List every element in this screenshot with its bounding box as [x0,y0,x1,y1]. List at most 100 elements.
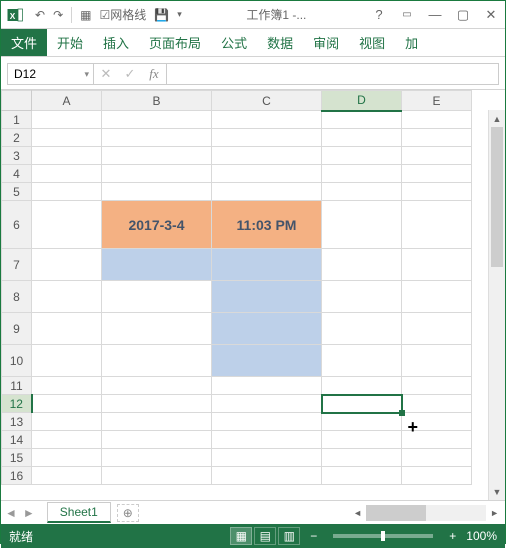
qat-save-icon[interactable]: 💾 [154,8,169,22]
column-header[interactable]: C [212,91,322,111]
row-header[interactable]: 8 [2,281,32,313]
cell[interactable] [322,201,402,249]
cell[interactable] [102,467,212,485]
view-page-break-icon[interactable]: ▥ [278,527,300,545]
cell[interactable] [402,249,472,281]
cell[interactable] [212,183,322,201]
cell[interactable] [322,313,402,345]
column-header[interactable]: B [102,91,212,111]
cell[interactable] [212,129,322,147]
view-page-layout-icon[interactable]: ▤ [254,527,276,545]
row-header[interactable]: 15 [2,449,32,467]
tab-formulas[interactable]: 公式 [211,29,257,56]
maximize-button[interactable]: ▢ [449,1,477,29]
row-header[interactable]: 10 [2,345,32,377]
cell[interactable] [32,147,102,165]
cell[interactable] [212,249,322,281]
spreadsheet-grid[interactable]: ABCDE1234562017-3-411:03 PM7891011121314… [1,90,472,485]
qat-gridlines-toggle[interactable]: ☑ 网格线 [99,6,146,23]
cell[interactable] [212,449,322,467]
cell[interactable] [402,431,472,449]
cell[interactable] [322,395,402,413]
cell[interactable] [102,313,212,345]
cell[interactable] [212,431,322,449]
row-header[interactable]: 4 [2,165,32,183]
cell[interactable] [402,345,472,377]
name-box-dropdown-icon[interactable]: ▾ [84,69,89,80]
cell[interactable] [212,413,322,431]
qat-undo-icon[interactable]: ↶ [35,8,45,22]
cell[interactable] [212,281,322,313]
cell[interactable] [322,449,402,467]
hscroll-left-icon[interactable]: ◄ [353,508,362,518]
tab-view[interactable]: 视图 [349,29,395,56]
name-box[interactable]: D12 ▾ [8,64,94,84]
cell[interactable] [32,249,102,281]
sheet-nav-next-icon[interactable]: ► [23,506,35,520]
cell[interactable] [32,201,102,249]
cell[interactable] [212,395,322,413]
cell[interactable] [102,111,212,129]
cell[interactable]: 11:03 PM [212,201,322,249]
scroll-down-icon[interactable]: ▼ [489,483,505,500]
cell[interactable] [32,377,102,395]
row-header[interactable]: 13 [2,413,32,431]
qat-borders-icon[interactable]: ▦ [80,8,91,22]
zoom-in-icon[interactable]: + [449,529,456,543]
cell[interactable]: 2017-3-4 [102,201,212,249]
cell[interactable] [322,147,402,165]
cell[interactable] [102,449,212,467]
cell[interactable] [102,413,212,431]
cell[interactable] [402,183,472,201]
cell[interactable] [322,413,402,431]
tab-home[interactable]: 开始 [47,29,93,56]
cell[interactable] [322,377,402,395]
row-header[interactable]: 16 [2,467,32,485]
cell[interactable] [32,345,102,377]
cell[interactable] [32,449,102,467]
tab-insert[interactable]: 插入 [93,29,139,56]
cell[interactable] [402,413,472,431]
cell[interactable] [402,129,472,147]
cell[interactable] [32,111,102,129]
cell[interactable] [322,345,402,377]
cell[interactable] [32,313,102,345]
tab-file[interactable]: 文件 [1,29,47,56]
cell[interactable] [102,249,212,281]
row-header[interactable]: 9 [2,313,32,345]
cell[interactable] [102,281,212,313]
hscroll-right-icon[interactable]: ► [490,508,499,518]
minimize-button[interactable]: — [421,1,449,29]
cell[interactable] [102,165,212,183]
cell[interactable] [102,431,212,449]
row-header[interactable]: 1 [2,111,32,129]
cell[interactable] [212,111,322,129]
cell[interactable] [32,183,102,201]
row-header[interactable]: 3 [2,147,32,165]
sheet-tab[interactable]: Sheet1 [47,502,111,523]
cell[interactable] [32,129,102,147]
cell[interactable] [322,281,402,313]
scroll-up-icon[interactable]: ▲ [489,110,505,127]
zoom-slider-thumb[interactable] [381,531,385,541]
cell[interactable] [402,395,472,413]
view-normal-icon[interactable]: ▦ [230,527,252,545]
row-header[interactable]: 6 [2,201,32,249]
cell[interactable] [402,201,472,249]
scroll-thumb[interactable] [491,127,503,267]
zoom-out-icon[interactable]: − [310,529,317,543]
new-sheet-button[interactable]: ⊕ [117,504,139,522]
zoom-level[interactable]: 100% [466,529,497,543]
select-all-corner[interactable] [2,91,32,111]
cell[interactable] [102,377,212,395]
tab-review[interactable]: 审阅 [303,29,349,56]
cell[interactable] [102,183,212,201]
column-header[interactable]: E [402,91,472,111]
row-header[interactable]: 12 [2,395,32,413]
cell[interactable] [32,165,102,183]
cell[interactable] [212,313,322,345]
row-header[interactable]: 7 [2,249,32,281]
cell[interactable] [32,431,102,449]
formula-input[interactable] [167,64,498,84]
ribbon-display-icon[interactable]: ▭ [393,1,421,29]
